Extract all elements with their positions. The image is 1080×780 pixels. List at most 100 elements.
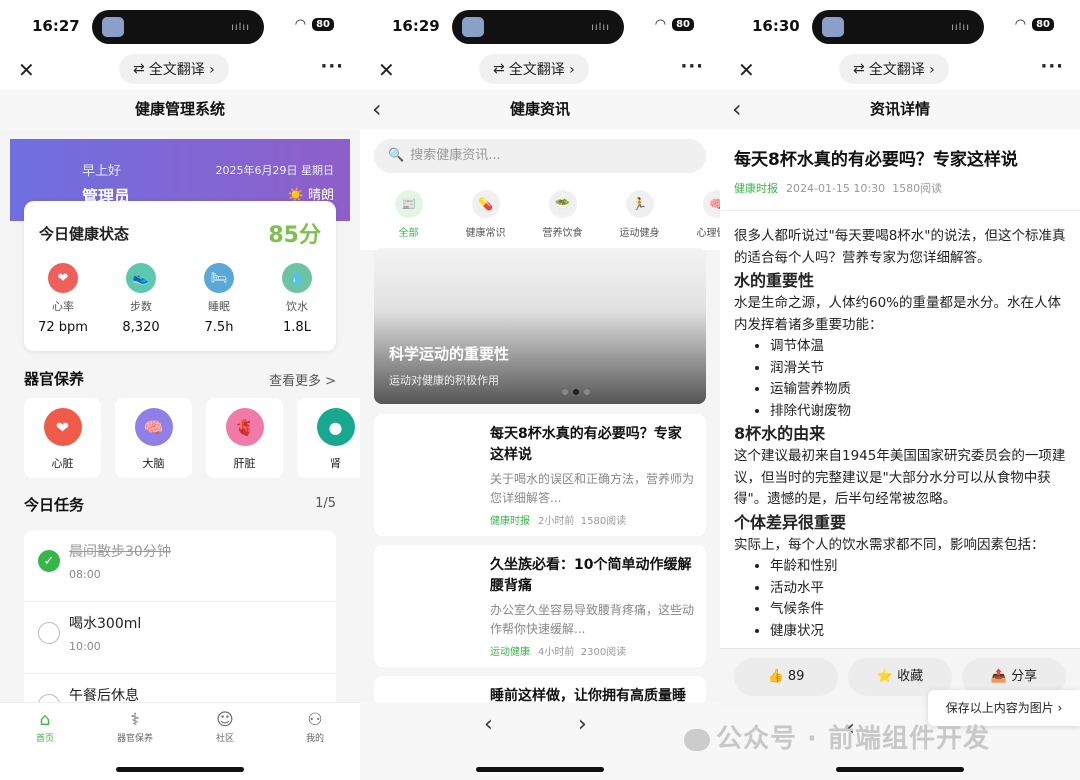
task-text: 喝水300ml xyxy=(69,616,142,632)
tab-label: 社区 xyxy=(215,734,234,744)
task-item[interactable]: ✓ 晨间散步30分钟 08:00 xyxy=(24,530,336,602)
task-item[interactable]: 喝水300ml 10:00 xyxy=(24,602,336,674)
banner-subtitle: 运动对健康的积极作用 xyxy=(389,374,499,387)
carousel-dot[interactable] xyxy=(584,389,590,395)
tab-home[interactable]: ⌂ 首页 xyxy=(0,703,90,780)
category-nutrition[interactable]: 🥗 营养饮食 xyxy=(524,190,601,242)
metric-water[interactable]: 💧 饮水 1.8L xyxy=(262,263,332,335)
forward-arrow-icon[interactable]: › xyxy=(578,712,587,737)
checkbox-icon[interactable] xyxy=(38,622,60,644)
article-card[interactable]: 每天8杯水真的有必要吗？专家这样说 关于喝水的误区和正确方法，营养师为您详细解答… xyxy=(374,414,706,536)
back-icon[interactable]: ‹ xyxy=(372,90,382,128)
wifi-icon: ◠ xyxy=(1014,17,1027,32)
banner-title: 科学运动的重要性 xyxy=(389,345,510,363)
translate-button[interactable]: ⇄ 全文翻译 › xyxy=(839,54,949,84)
category-mental-health[interactable]: 🧠 心理健康 xyxy=(678,190,720,242)
translate-label: 全文翻译 › xyxy=(868,62,935,78)
metric-label: 心率 xyxy=(52,300,74,313)
translate-icon: ⇄ xyxy=(853,61,865,77)
list-item: 年龄和性别 xyxy=(770,556,1070,578)
category-fitness[interactable]: 🏃 运动健身 xyxy=(601,190,678,242)
search-input[interactable]: 🔍 搜索健康资讯... xyxy=(374,139,706,173)
health-status-card[interactable]: 今日健康状态 85分 ❤ 心率 72 bpm 👟 步数 8,320 🛏 睡眠 7.5h 💧 饮… xyxy=(24,201,336,351)
featured-banner[interactable]: 科学运动的重要性 运动对健康的积极作用 xyxy=(374,248,706,404)
carousel-dot-active[interactable] xyxy=(573,389,579,395)
dynamic-island: ıılıı xyxy=(812,10,984,44)
category-label: 心理健康 xyxy=(696,228,721,239)
article-reads: 1580阅读 xyxy=(580,516,627,527)
back-arrow-icon[interactable]: ‹ xyxy=(484,712,493,737)
app-thumbnail-icon xyxy=(462,17,484,37)
status-time: 16:27 xyxy=(32,17,80,35)
audio-wave-icon: ıılıı xyxy=(591,22,610,33)
brain-icon: 🧠 xyxy=(702,190,720,218)
category-label: 营养饮食 xyxy=(542,228,583,239)
greeting-text: 早上好 xyxy=(82,164,122,179)
body-paragraph: 这个建议最初来自1945年美国国家研究委员会的一项建议，但当时的完整建议是"大部… xyxy=(734,448,1066,507)
organ-label: 肝脏 xyxy=(233,457,256,470)
status-icons: ◠ 80 xyxy=(655,17,694,32)
body-heading: 个体差异很重要 xyxy=(734,512,847,532)
smile-icon: ☺ xyxy=(216,710,234,730)
back-icon[interactable]: ‹ xyxy=(732,90,742,128)
wechat-top-bar: ✕ ⇄ 全文翻译 › ··· xyxy=(360,52,720,90)
page-title: 健康管理系统 xyxy=(0,90,360,130)
article-date: 2024-01-15 10:30 xyxy=(786,182,886,195)
like-button[interactable]: 👍 89 xyxy=(734,658,838,696)
category-all[interactable]: 📰 全部 xyxy=(370,190,447,242)
carousel-dots[interactable] xyxy=(562,389,590,395)
organ-item-brain[interactable]: 🧠 大脑 xyxy=(115,398,192,478)
wechat-icon xyxy=(684,728,710,751)
search-icon: 🔍 xyxy=(388,148,405,163)
category-label: 健康常识 xyxy=(465,228,506,239)
audio-wave-icon: ıılıı xyxy=(951,22,970,33)
salad-icon: 🥗 xyxy=(548,190,577,218)
organ-item-liver[interactable]: 🫀 肝脏 xyxy=(206,398,283,478)
translate-button[interactable]: ⇄ 全文翻译 › xyxy=(119,54,229,84)
article-source: 健康时报 xyxy=(734,182,778,195)
checkbox-checked-icon[interactable]: ✓ xyxy=(38,550,60,572)
article-card[interactable]: 久坐族必看：10个简单动作缓解腰背痛 办公室久坐容易导致腰背疼痛，这些动作帮你快… xyxy=(374,545,706,667)
article-reads: 2300阅读 xyxy=(580,647,627,658)
metric-value: 1.8L xyxy=(283,320,311,335)
water-icon: 💧 xyxy=(282,263,312,293)
kidney-icon: ● xyxy=(316,408,355,446)
health-score: 85分 xyxy=(268,223,321,248)
organ-item-heart[interactable]: ❤ 心脏 xyxy=(24,398,101,478)
article-time: 4小时前 xyxy=(538,647,575,658)
liver-icon: 🫀 xyxy=(225,408,264,446)
article-meta: 运动健康 4小时前 2300阅读 xyxy=(490,643,626,658)
close-icon[interactable]: ✕ xyxy=(378,58,395,82)
more-icon[interactable]: ··· xyxy=(680,56,704,77)
app-thumbnail-icon xyxy=(822,17,844,37)
page-header: ‹ 健康资讯 xyxy=(360,90,720,130)
metric-steps[interactable]: 👟 步数 8,320 xyxy=(106,263,176,335)
body-paragraph: 实际上，每个人的饮水需求都不同，影响因素包括： xyxy=(734,536,1045,553)
article-desc: 办公室久坐容易导致腰背疼痛，这些动作帮你快速缓解... xyxy=(490,603,695,636)
date-text: 2025年6月29日 星期日 xyxy=(215,164,335,177)
battery-icon: 80 xyxy=(312,18,334,31)
carousel-dot[interactable] xyxy=(562,389,568,395)
metric-heart-rate[interactable]: ❤ 心率 72 bpm xyxy=(28,263,98,335)
home-indicator xyxy=(476,767,604,772)
more-icon[interactable]: ··· xyxy=(1040,56,1064,77)
metric-value: 72 bpm xyxy=(38,320,88,335)
home-icon: ⌂ xyxy=(39,710,51,730)
metric-sleep[interactable]: 🛏 睡眠 7.5h xyxy=(184,263,254,335)
category-label: 运动健身 xyxy=(619,228,660,239)
tab-profile[interactable]: ⚇ 我的 xyxy=(270,703,360,780)
more-icon[interactable]: ··· xyxy=(320,56,344,77)
close-icon[interactable]: ✕ xyxy=(18,58,35,82)
view-more-link[interactable]: 查看更多 > xyxy=(269,370,336,389)
task-time: 10:00 xyxy=(69,640,101,653)
translate-button[interactable]: ⇄ 全文翻译 › xyxy=(479,54,589,84)
list-item: 调节体温 xyxy=(770,336,1070,358)
category-health-tips[interactable]: 💊 健康常识 xyxy=(447,190,524,242)
metric-value: 7.5h xyxy=(204,320,234,335)
article-title: 每天8杯水真的有必要吗？专家这样说 xyxy=(734,150,1018,170)
article-thumbnail xyxy=(386,426,478,524)
article-time: 2小时前 xyxy=(538,516,575,527)
organ-item-kidney[interactable]: ● 肾 xyxy=(297,398,360,478)
body-paragraph: 水是生命之源，人体约60%的重量都是水分。水在人体内发挥着诸多重要功能： xyxy=(734,295,1062,333)
close-icon[interactable]: ✕ xyxy=(738,58,755,82)
